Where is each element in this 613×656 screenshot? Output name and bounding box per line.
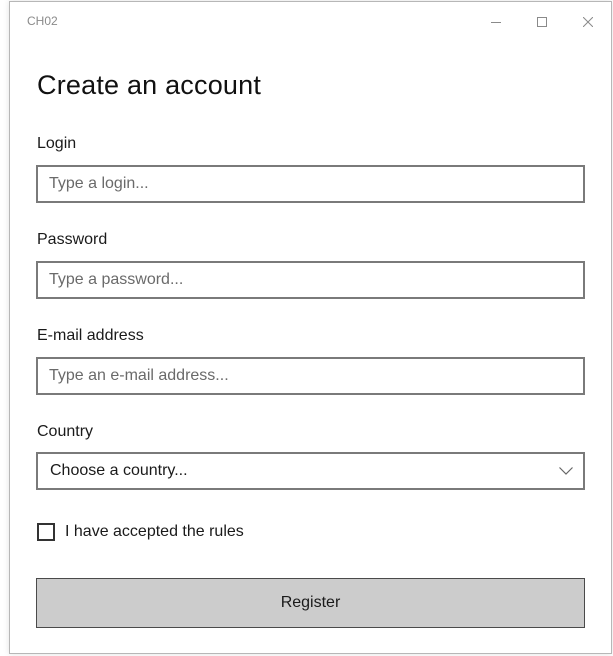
maximize-icon bbox=[537, 17, 547, 27]
email-label: E-mail address bbox=[37, 327, 144, 344]
window-title: CH02 bbox=[27, 14, 58, 28]
login-input[interactable] bbox=[36, 165, 585, 203]
minimize-button[interactable] bbox=[473, 2, 519, 42]
close-button[interactable] bbox=[565, 2, 611, 42]
app-window: CH02 Create an account Login Password E-… bbox=[9, 1, 612, 654]
chevron-down-icon bbox=[559, 467, 573, 475]
rules-checkbox-row[interactable]: I have accepted the rules bbox=[37, 523, 244, 541]
country-label: Country bbox=[37, 423, 94, 440]
rules-checkbox[interactable] bbox=[37, 523, 55, 541]
rules-checkbox-label[interactable]: I have accepted the rules bbox=[65, 523, 244, 541]
password-label: Password bbox=[37, 231, 108, 248]
email-input[interactable] bbox=[36, 357, 585, 395]
close-icon bbox=[583, 17, 593, 27]
page-title: Create an account bbox=[37, 70, 262, 100]
title-bar[interactable]: CH02 bbox=[10, 2, 611, 42]
minimize-icon bbox=[491, 22, 501, 23]
country-select[interactable]: Choose a country... bbox=[36, 452, 585, 490]
country-select-value: Choose a country... bbox=[50, 462, 188, 479]
password-input[interactable] bbox=[36, 261, 585, 299]
maximize-button[interactable] bbox=[519, 2, 565, 42]
register-button[interactable]: Register bbox=[36, 578, 585, 628]
login-label: Login bbox=[37, 135, 77, 152]
